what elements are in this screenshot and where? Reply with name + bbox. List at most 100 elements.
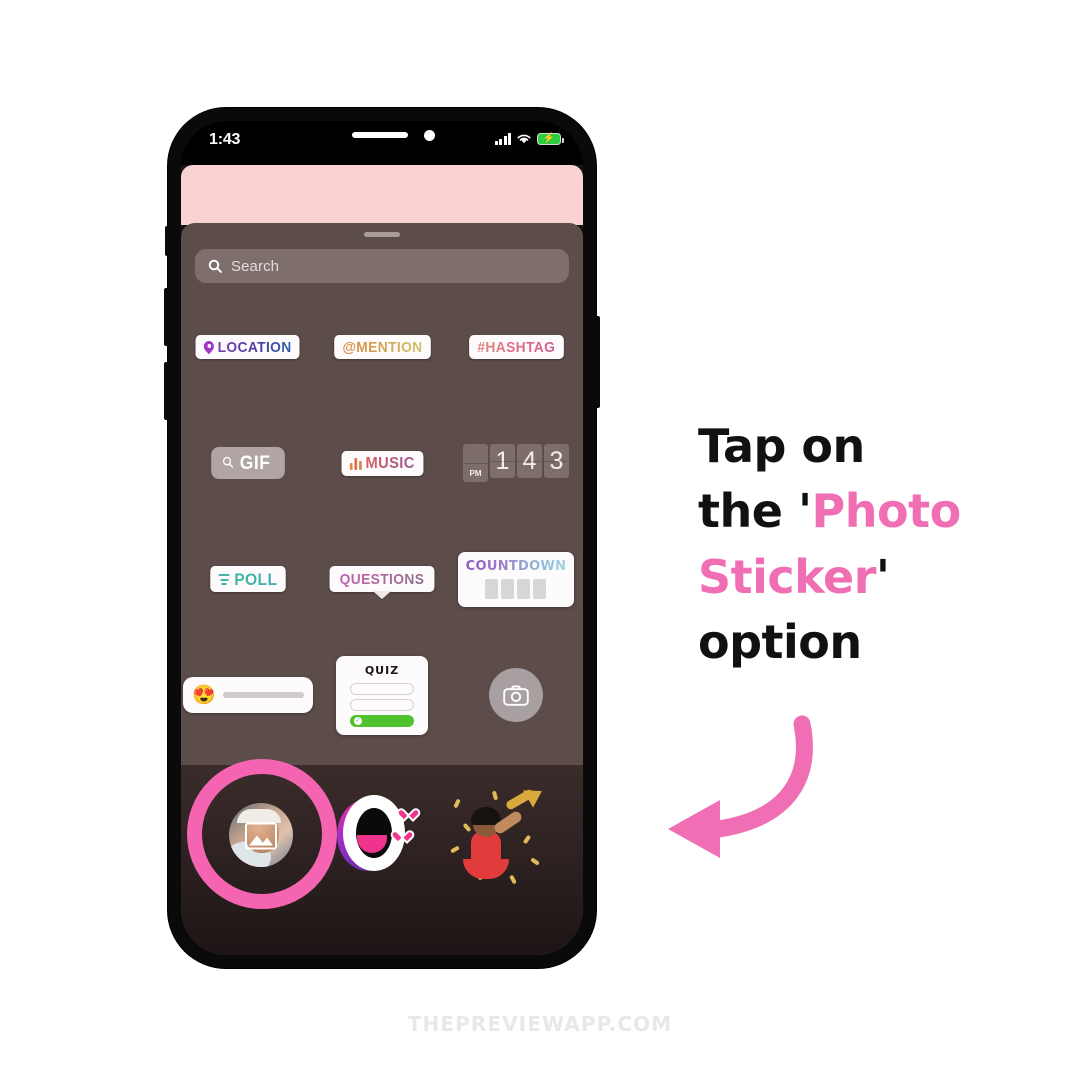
sticker-location-label: LOCATION	[217, 339, 292, 356]
sticker-music-label: MUSIC	[365, 454, 415, 472]
trumpet-bell	[523, 782, 547, 808]
poll-bars-icon	[218, 574, 230, 585]
sticker-hashtag[interactable]: #HASHTAG	[468, 335, 564, 359]
search-icon	[208, 259, 222, 273]
sticker-questions-label: QUESTIONS	[339, 571, 425, 588]
callout-line-2: the 'Photo	[698, 484, 962, 539]
volume-up-button[interactable]	[164, 288, 169, 346]
quiz-option	[350, 698, 414, 711]
sticker-poll[interactable]: POLL	[210, 566, 286, 592]
sticker-mention-label: @MENTION	[341, 339, 423, 356]
time-meridiem: PM	[463, 444, 488, 482]
confetti-icon	[530, 857, 540, 866]
confetti-icon	[462, 822, 472, 833]
sticker-cell: GIF	[181, 447, 315, 479]
heart-eyes-emoji-icon: 😍	[192, 684, 216, 706]
phone-screen-area: 1:43 ⚡ Search LOCATION @MENTION #HASHTAG…	[181, 121, 583, 955]
location-pin-icon	[204, 341, 214, 355]
volume-down-button[interactable]	[164, 362, 169, 420]
instagram-story-editor-screen: Search LOCATION @MENTION #HASHTAG GIF MU…	[181, 165, 583, 955]
open-mouth-sticker[interactable]	[337, 795, 417, 879]
sticker-time-flipclock[interactable]: PM 1 4 3	[463, 444, 569, 482]
heart-icon	[393, 831, 409, 846]
speech-bubble-tail	[372, 591, 392, 599]
time-digit: 4	[517, 444, 542, 478]
sticker-cell: QUESTIONS	[315, 566, 449, 599]
confetti-icon	[491, 790, 499, 801]
sticker-cell	[449, 668, 583, 722]
sticker-row-1: LOCATION @MENTION #HASHTAG	[181, 311, 583, 383]
sticker-gif[interactable]: GIF	[210, 447, 286, 479]
callout-accent-photo: Photo	[811, 484, 962, 539]
search-placeholder-text: Search	[231, 257, 280, 275]
silent-switch-button[interactable]	[165, 226, 169, 256]
phone-device-frame: 1:43 ⚡ Search LOCATION @MENTION #HASHTAG…	[164, 108, 600, 968]
drag-handle[interactable]	[364, 232, 400, 237]
callout-instruction-text: Tap on the 'Photo Sticker' option	[698, 414, 1028, 675]
front-camera-icon	[424, 130, 435, 141]
callout-line-3: Sticker'	[698, 549, 890, 604]
music-bars-icon	[349, 457, 362, 470]
sticker-gif-label: GIF	[239, 453, 271, 474]
sticker-quiz[interactable]: QUIZ ✓	[336, 655, 428, 735]
sticker-tray: Search LOCATION @MENTION #HASHTAG GIF MU…	[181, 223, 583, 955]
sticker-cell: #HASHTAG	[449, 335, 583, 359]
curved-left-arrow-icon	[668, 715, 813, 858]
sticker-hashtag-label: #HASHTAG	[477, 339, 555, 356]
callout-line-4: option	[698, 614, 862, 669]
power-button[interactable]	[595, 316, 600, 408]
confetti-icon	[522, 834, 532, 845]
highlight-circle-annotation	[187, 759, 337, 909]
search-icon	[222, 456, 233, 471]
sticker-quiz-label: QUIZ	[364, 663, 400, 677]
check-icon: ✓	[354, 716, 362, 725]
time-digit: 1	[490, 444, 515, 478]
sticker-row-2: GIF MUSIC PM 1 4 3	[181, 427, 583, 499]
sticker-cell: LOCATION	[181, 335, 315, 359]
sticker-cell: POLL	[181, 566, 315, 592]
watermark: THEPREVIEWAPP.COM	[407, 1012, 673, 1036]
wifi-icon	[517, 134, 531, 144]
heart-icon	[399, 809, 415, 824]
sticker-camera-button[interactable]	[489, 668, 543, 722]
sticker-location[interactable]: LOCATION	[195, 335, 301, 359]
sticker-countdown-label: COUNTDOWN	[465, 558, 567, 574]
earpiece-speaker	[352, 132, 408, 138]
time-digit: 3	[544, 444, 569, 478]
sticker-cell: @MENTION	[315, 335, 449, 359]
battery-charging-icon: ⚡	[537, 133, 564, 145]
sticker-countdown[interactable]: COUNTDOWN	[457, 551, 575, 607]
sticker-cell: COUNTDOWN	[449, 551, 583, 607]
sticker-cell: QUIZ ✓	[315, 655, 449, 735]
slider-track[interactable]	[222, 692, 304, 698]
status-icons: ⚡	[494, 133, 564, 145]
cellular-signal-icon	[494, 133, 511, 145]
sticker-questions[interactable]: QUESTIONS	[329, 566, 435, 599]
callout-line-1: Tap on	[698, 419, 865, 473]
sticker-row-3: POLL QUESTIONS COUNTDOWN	[181, 543, 583, 615]
status-time: 1:43	[209, 131, 241, 148]
callout-accent-sticker: Sticker	[698, 549, 876, 604]
notch	[300, 121, 464, 151]
search-input[interactable]: Search	[195, 249, 569, 283]
quiz-option-correct: ✓	[350, 714, 414, 727]
status-bar: 1:43 ⚡	[181, 121, 583, 165]
sticker-music[interactable]: MUSIC	[341, 450, 423, 476]
sticker-cell: MUSIC	[315, 450, 449, 476]
recent-stickers-strip	[181, 759, 583, 955]
trumpet-dancer-sticker[interactable]	[449, 782, 547, 885]
sticker-emoji-slider[interactable]: 😍	[183, 677, 313, 713]
confetti-icon	[450, 845, 460, 854]
sticker-mention[interactable]: @MENTION	[333, 335, 431, 359]
confetti-icon	[509, 874, 517, 885]
sticker-poll-label: POLL	[234, 570, 278, 589]
countdown-digit-blocks	[485, 578, 547, 599]
quiz-option	[350, 682, 414, 695]
camera-icon	[503, 684, 529, 706]
next-sticker-row-partial	[181, 953, 583, 955]
story-background-preview	[181, 165, 583, 225]
sticker-cell: 😍	[181, 677, 315, 713]
confetti-icon	[453, 798, 461, 809]
sticker-cell: PM 1 4 3	[449, 444, 583, 482]
sticker-row-4: 😍 QUIZ ✓	[181, 655, 583, 735]
